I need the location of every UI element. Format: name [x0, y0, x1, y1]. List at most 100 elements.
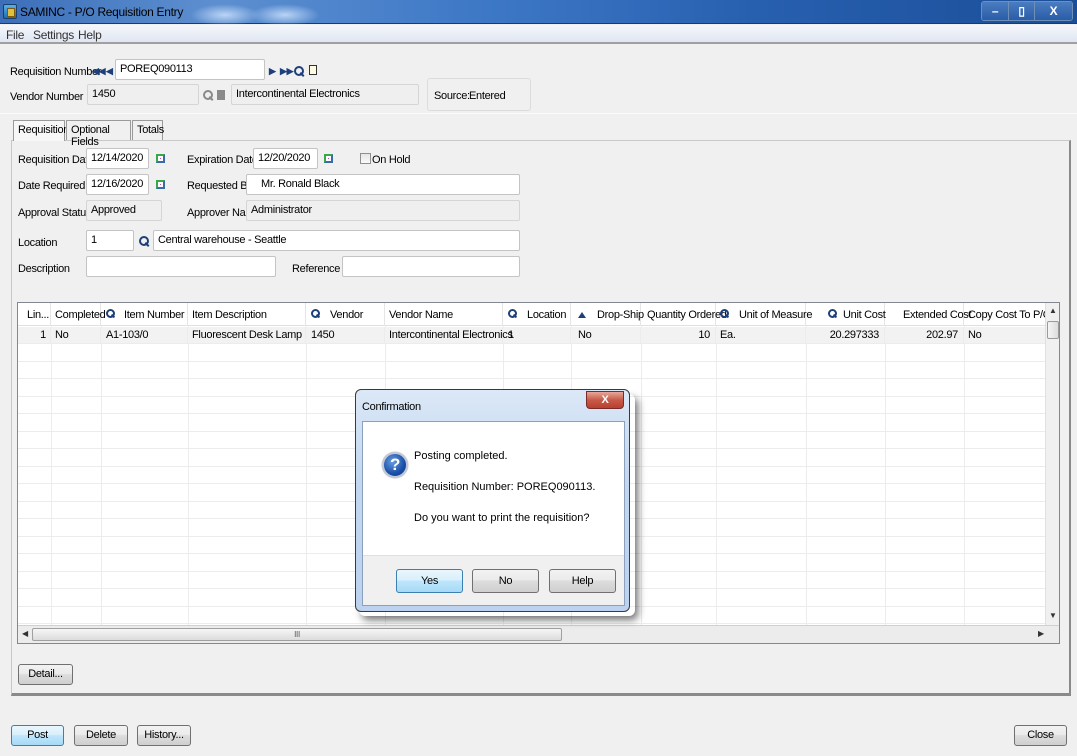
- location-name-field: Central warehouse - Seattle: [153, 230, 520, 251]
- cell-unit-cost: 20.297333: [806, 327, 885, 344]
- table-row[interactable]: 1 No A1-103/0 Fluorescent Desk Lamp 1450…: [18, 327, 1048, 344]
- dialog-close-button[interactable]: X: [586, 391, 624, 409]
- close-window-button[interactable]: X: [1034, 2, 1072, 20]
- horizontal-scroll-thumb[interactable]: III: [32, 628, 562, 641]
- dialog-footer: Yes No Help: [363, 555, 624, 605]
- source-label: Source:: [434, 90, 470, 102]
- search-icon: [203, 90, 213, 100]
- cell-item-description: Fluorescent Desk Lamp: [188, 327, 306, 344]
- empty-table-row[interactable]: [18, 362, 1048, 379]
- column-header-vendor-name[interactable]: Vendor Name: [385, 303, 503, 326]
- restore-button[interactable]: ▯: [1008, 2, 1034, 20]
- dialog-yes-button[interactable]: Yes: [396, 569, 463, 593]
- post-button[interactable]: Post: [11, 725, 64, 746]
- calendar-icon[interactable]: [156, 180, 165, 189]
- document-icon: [217, 90, 225, 100]
- menu-settings[interactable]: Settings: [33, 28, 74, 42]
- column-header-item-description[interactable]: Item Description: [188, 303, 306, 326]
- next-record-icon[interactable]: ▶: [269, 66, 276, 77]
- history-button[interactable]: History...: [137, 725, 191, 746]
- reference-input[interactable]: [342, 256, 520, 277]
- dialog-message-line2: Requisition Number: POREQ090113.: [414, 481, 596, 493]
- dialog-title: Confirmation: [362, 401, 421, 413]
- first-record-icon[interactable]: ◀◀: [92, 66, 106, 77]
- requisition-number-input[interactable]: POREQ090113: [115, 59, 265, 80]
- last-record-icon[interactable]: ▶▶: [280, 66, 294, 77]
- new-document-icon[interactable]: [309, 65, 317, 75]
- tab-requisition[interactable]: Requisition: [13, 120, 69, 141]
- vertical-scroll-thumb[interactable]: [1047, 321, 1059, 339]
- vendor-name-field: Intercontinental Electronics: [231, 84, 419, 105]
- previous-record-icon[interactable]: ◀: [106, 66, 113, 77]
- requisition-date-label: Requisition Date: [18, 154, 94, 166]
- grid-header: Lin... Completed Item Number Item Descri…: [18, 303, 1059, 326]
- location-label: Location: [18, 237, 58, 249]
- on-hold-checkbox[interactable]: [360, 153, 371, 164]
- calendar-icon[interactable]: [156, 154, 165, 163]
- dialog-body: ? Posting completed. Requisition Number:…: [362, 421, 625, 606]
- dialog-message-line3: Do you want to print the requisition?: [414, 512, 590, 524]
- divider: [0, 113, 1077, 114]
- app-icon: [3, 4, 17, 19]
- scroll-left-icon[interactable]: ◀: [22, 629, 28, 638]
- search-icon[interactable]: [294, 66, 304, 76]
- scroll-down-icon[interactable]: ▼: [1049, 611, 1057, 620]
- search-icon[interactable]: [106, 309, 115, 318]
- horizontal-scrollbar[interactable]: ◀ III ▶: [18, 625, 1059, 643]
- confirmation-dialog: Confirmation X ? Posting completed. Requ…: [355, 389, 630, 612]
- column-header-unit-of-measure[interactable]: Unit of Measure: [716, 303, 812, 326]
- vertical-scrollbar[interactable]: ▲ ▼: [1045, 303, 1059, 626]
- window-title: SAMINC - P/O Requisition Entry: [20, 5, 184, 19]
- delete-button[interactable]: Delete: [74, 725, 128, 746]
- search-icon[interactable]: [720, 309, 729, 318]
- description-input[interactable]: [86, 256, 276, 277]
- sort-ascending-icon[interactable]: [578, 312, 586, 318]
- menu-file[interactable]: File: [6, 28, 24, 42]
- requested-by-label: Requested By: [187, 180, 253, 192]
- approval-status-field: Approved: [86, 200, 162, 221]
- menu-help[interactable]: Help: [78, 28, 102, 42]
- scroll-up-icon[interactable]: ▲: [1049, 306, 1057, 315]
- expiration-date-label: Expiration Date: [187, 154, 258, 166]
- column-header-extended-cost[interactable]: Extended Cost: [885, 303, 972, 326]
- title-bar: SAMINC - P/O Requisition Entry – ▯ X: [0, 0, 1077, 26]
- dialog-help-button[interactable]: Help: [549, 569, 616, 593]
- cell-line: 1: [18, 327, 51, 344]
- column-header-line[interactable]: Lin...: [18, 303, 51, 326]
- approver-name-field: Administrator: [246, 200, 520, 221]
- close-button[interactable]: Close: [1014, 725, 1067, 746]
- requested-by-input[interactable]: Mr. Ronald Black: [246, 174, 520, 195]
- search-icon[interactable]: [311, 309, 320, 318]
- tab-totals[interactable]: Totals: [132, 120, 164, 140]
- search-icon[interactable]: [139, 236, 149, 246]
- minimize-button[interactable]: –: [982, 2, 1008, 20]
- cell-vendor-name: Intercontinental Electronics: [385, 327, 513, 344]
- cell-location: 1: [503, 327, 571, 344]
- source-value: Entered: [469, 90, 506, 102]
- location-input[interactable]: 1: [86, 230, 134, 251]
- vendor-number-label: Vendor Number: [10, 91, 84, 103]
- search-icon[interactable]: [508, 309, 517, 318]
- question-icon: ?: [382, 452, 408, 478]
- detail-button[interactable]: Detail...: [18, 664, 73, 685]
- date-required-input[interactable]: 12/16/2020: [86, 174, 149, 195]
- cell-unit-of-measure: Ea.: [716, 327, 806, 344]
- requisition-date-input[interactable]: 12/14/2020: [86, 148, 149, 169]
- search-icon[interactable]: [828, 309, 837, 318]
- column-header-unit-cost[interactable]: Unit Cost: [806, 303, 886, 326]
- cell-copy-cost: No: [964, 327, 1046, 344]
- cell-vendor: 1450: [306, 327, 385, 344]
- column-header-completed[interactable]: Completed: [51, 303, 106, 326]
- scroll-right-icon[interactable]: ▶: [1038, 629, 1044, 638]
- tab-optional-fields[interactable]: Optional Fields: [66, 120, 131, 148]
- column-header-copy-cost[interactable]: Copy Cost To P/O: [964, 303, 1051, 326]
- dialog-no-button[interactable]: No: [472, 569, 539, 593]
- expiration-date-input[interactable]: 12/20/2020: [253, 148, 318, 169]
- column-header-quantity-ordered[interactable]: Quantity Ordered: [641, 303, 727, 326]
- calendar-icon[interactable]: [324, 154, 333, 163]
- empty-table-row[interactable]: [18, 345, 1048, 362]
- description-label: Description: [18, 263, 70, 275]
- window-controls: – ▯ X: [981, 1, 1073, 21]
- requisition-number-label: Requisition Number: [10, 66, 102, 78]
- approval-status-label: Approval Status: [18, 207, 92, 219]
